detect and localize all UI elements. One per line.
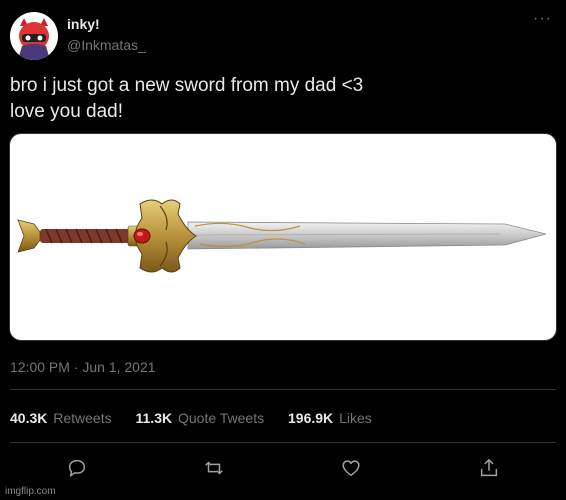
tweet-text: bro i just got a new sword from my dad <… — [10, 73, 550, 125]
retweets-label: Retweets — [53, 410, 112, 426]
retweets-stat[interactable]: 40.3K Retweets — [10, 410, 112, 426]
heart-icon[interactable] — [340, 457, 362, 479]
likes-stat[interactable]: 196.9K Likes — [288, 410, 372, 426]
reply-icon[interactable] — [66, 457, 88, 479]
cartoon-avatar-icon — [10, 12, 58, 60]
user-handle[interactable]: @Inkmatas_ — [67, 37, 146, 53]
tweet-text-line: love you dad! — [10, 101, 124, 122]
avatar[interactable] — [10, 12, 58, 60]
divider — [10, 389, 556, 390]
retweets-count: 40.3K — [10, 410, 48, 426]
quote-tweets-stat[interactable]: 11.3K Quote Tweets — [136, 410, 265, 426]
more-options-icon[interactable]: ··· — [533, 10, 552, 28]
divider — [10, 442, 556, 443]
tweet-header: inky! @Inkmatas_ ··· — [10, 10, 556, 60]
tweet-text-line: bro i just got a new sword from my dad <… — [10, 75, 364, 96]
quote-tweets-count: 11.3K — [135, 410, 173, 426]
retweet-icon[interactable] — [203, 457, 225, 479]
likes-label: Likes — [339, 410, 372, 426]
display-name[interactable]: inky! — [67, 16, 100, 32]
share-icon[interactable] — [478, 457, 500, 479]
likes-count: 196.9K — [288, 410, 334, 426]
sword-image — [17, 199, 547, 273]
tweet-timestamp[interactable]: 12:00 PM · Jun 1, 2021 — [10, 359, 156, 375]
tweet-media[interactable] — [9, 133, 557, 341]
watermark: imgflip.com — [5, 486, 56, 497]
engagement-stats: 40.3K Retweets 11.3K Quote Tweets 196.9K… — [10, 410, 392, 426]
action-bar — [0, 452, 566, 482]
quote-tweets-label: Quote Tweets — [177, 410, 265, 426]
